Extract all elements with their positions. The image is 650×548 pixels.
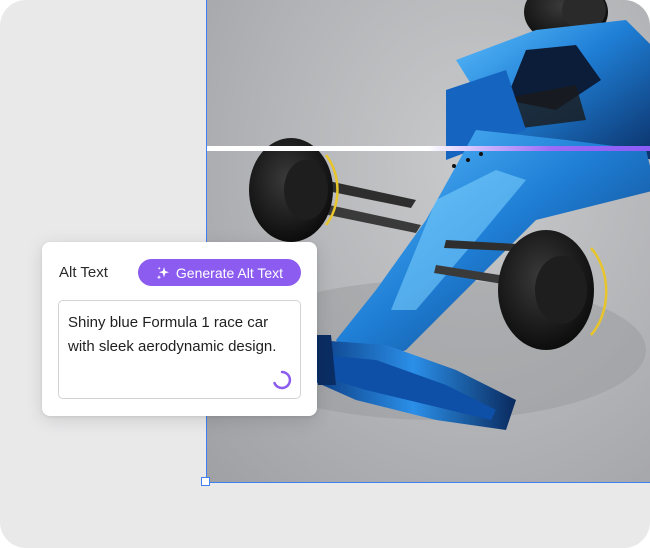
spinner-icon bbox=[273, 370, 292, 390]
resize-handle[interactable] bbox=[201, 477, 210, 486]
alt-text-panel: Alt Text Generate Alt Text Shiny blue Fo… bbox=[42, 242, 317, 416]
scan-progress-line bbox=[206, 146, 650, 151]
generate-alt-text-label: Generate Alt Text bbox=[175, 264, 284, 281]
alt-text-value: Shiny blue Formula 1 race car with sleek… bbox=[68, 314, 277, 355]
sparkle-icon bbox=[156, 266, 169, 279]
alt-text-field[interactable]: Shiny blue Formula 1 race car with sleek… bbox=[58, 300, 301, 399]
editor-canvas: Alt Text Generate Alt Text Shiny blue Fo… bbox=[0, 0, 650, 548]
alt-text-label: Alt Text bbox=[59, 264, 108, 281]
generate-alt-text-button[interactable]: Generate Alt Text bbox=[138, 259, 301, 286]
